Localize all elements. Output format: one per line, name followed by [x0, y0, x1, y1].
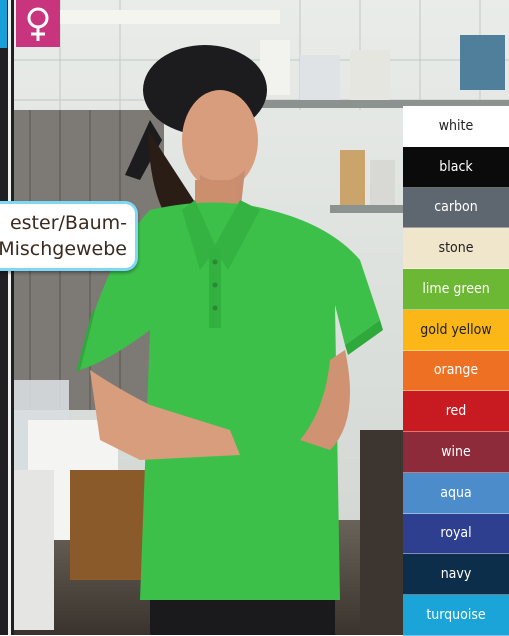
color-swatch-black[interactable]: black: [403, 146, 509, 188]
color-swatch-aqua[interactable]: aqua: [403, 472, 509, 514]
fabric-label-line1: ester/Baum-: [9, 212, 127, 234]
color-swatch-stone[interactable]: stone: [403, 228, 509, 269]
female-symbol-icon: [27, 7, 49, 41]
color-swatch-lime-green[interactable]: lime green: [403, 269, 509, 310]
color-swatch-list: white black carbon stone lime green gold yell…: [403, 106, 509, 636]
color-swatch-orange[interactable]: orange: [403, 350, 509, 392]
color-swatch-white[interactable]: white: [403, 106, 509, 147]
color-swatch-royal[interactable]: royal: [403, 513, 509, 555]
color-swatch-carbon[interactable]: carbon: [403, 187, 509, 229]
color-swatch-turquoise[interactable]: turquoise: [403, 595, 509, 636]
color-swatch-navy[interactable]: navy: [403, 554, 509, 595]
fabric-label-line2: Mischgewebe: [0, 238, 127, 260]
color-swatch-wine[interactable]: wine: [403, 432, 509, 473]
color-swatch-red[interactable]: red: [403, 391, 509, 432]
color-swatch-gold-yellow[interactable]: gold yellow: [403, 309, 509, 351]
left-frame-strip: [0, 0, 14, 635]
fabric-composition-label: ester/Baum- Mischgewebe: [0, 201, 138, 271]
female-badge: [16, 0, 60, 47]
left-divider-line: [8, 0, 11, 635]
left-accent-bar: [0, 0, 7, 48]
